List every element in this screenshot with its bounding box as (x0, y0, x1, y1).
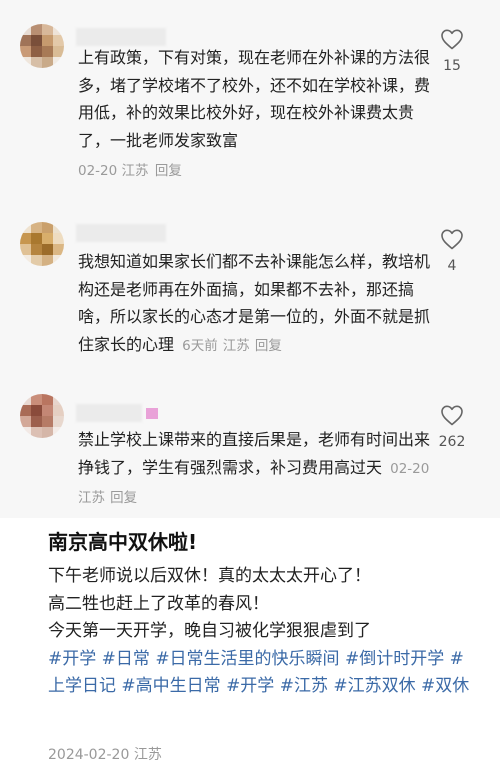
username-redacted[interactable] (76, 404, 142, 422)
like-count: 262 (438, 434, 466, 450)
comment-text: 禁止学校上课带来的直接后果是，老师有时间出来挣钱了，学生有强烈需求，补习费用高过… (78, 426, 442, 513)
heart-outline-icon (441, 229, 463, 250)
avatar[interactable] (20, 394, 64, 438)
comment-date: 02-20 (78, 163, 118, 179)
comment-item: 我想知道如果家长们都不去补课能怎么样，教培机构还是老师再在外面搞，如果都不去补，… (0, 190, 500, 360)
comment-text: 我想知道如果家长们都不去补课能怎么样，教培机构还是老师再在外面搞，如果都不去补，… (78, 248, 442, 360)
post-line: 今天第一天开学，晚自习被化学狠狠虐到了 (48, 621, 371, 641)
hashtag-link[interactable]: #江苏双休 (333, 676, 415, 696)
reply-button[interactable]: 回复 (255, 338, 282, 354)
heart-outline-icon (441, 405, 463, 426)
like-button[interactable]: 15 (422, 28, 482, 74)
comment-item: 上有政策，下有对策，现在老师在外补课的方法很多，堵了学校堵不了校外，还不如在学校… (0, 0, 500, 190)
comment-location: 江苏 (78, 490, 105, 506)
comment-location: 江苏 (121, 163, 149, 179)
username-redacted[interactable] (76, 224, 166, 242)
heart-outline-icon (441, 29, 463, 50)
post-date: 2024-02-20 (48, 747, 130, 763)
post-line: 高二牲也赶上了改革的春风！ (48, 593, 269, 614)
hashtag-link[interactable]: #江苏 (280, 676, 328, 696)
comment-body: 禁止学校上课带来的直接后果是，老师有时间出来挣钱了，学生有强烈需求，补习费用高过… (78, 430, 431, 477)
like-count: 4 (447, 258, 457, 274)
user-badge (146, 408, 158, 419)
hashtag-link[interactable]: #日常 (102, 649, 150, 669)
hashtag-link[interactable]: #日常生活里的快乐瞬间 (155, 649, 339, 669)
like-button[interactable]: 262 (422, 404, 482, 450)
post-body: 下午老师说以后双休！真的太太太开心了！ 高二牲也赶上了改革的春风！ 今天第一天开… (48, 563, 478, 701)
comment-item: 禁止学校上课带来的直接后果是，老师有时间出来挣钱了，学生有强烈需求，补习费用高过… (0, 360, 500, 518)
comment-date: 6天前 (182, 337, 218, 354)
reply-button[interactable]: 回复 (110, 490, 137, 506)
comment-location: 江苏 (222, 337, 250, 354)
like-count: 15 (443, 58, 461, 74)
hashtag-link[interactable]: #倒计时开学 (345, 649, 444, 669)
post-title: 南京高中双休啦! (48, 530, 198, 554)
hashtag-link[interactable]: #开学 (226, 676, 274, 696)
post-meta: 2024-02-20 江苏 (48, 744, 162, 764)
hashtag-link[interactable]: #高中生日常 (121, 676, 220, 696)
hashtag-link[interactable]: #双休 (421, 676, 469, 696)
hashtag-link[interactable]: #开学 (48, 649, 96, 669)
post-tags: #开学 #日常 #日常生活里的快乐瞬间 #倒计时开学 #上学日记 #高中生日常 … (48, 646, 478, 701)
post-line: 下午老师说以后双休！真的太太太开心了！ (48, 566, 371, 586)
reply-button[interactable]: 回复 (155, 163, 182, 179)
avatar[interactable] (20, 222, 64, 266)
comment-text: 上有政策，下有对策，现在老师在外补课的方法很多，堵了学校堵不了校外，还不如在学校… (78, 48, 431, 150)
like-button[interactable]: 4 (422, 228, 482, 274)
note-post: 南京高中双休啦! 下午老师说以后双休！真的太太太开心了！ 高二牲也赶上了改革的春… (0, 518, 500, 776)
avatar[interactable] (20, 24, 64, 68)
post-location: 江苏 (133, 747, 162, 763)
comment-list: 上有政策，下有对策，现在老师在外补课的方法很多，堵了学校堵不了校外，还不如在学校… (0, 0, 500, 518)
comment-meta: 02-20 江苏 回复 (78, 159, 182, 179)
comment-date: 02-20 (390, 460, 430, 477)
